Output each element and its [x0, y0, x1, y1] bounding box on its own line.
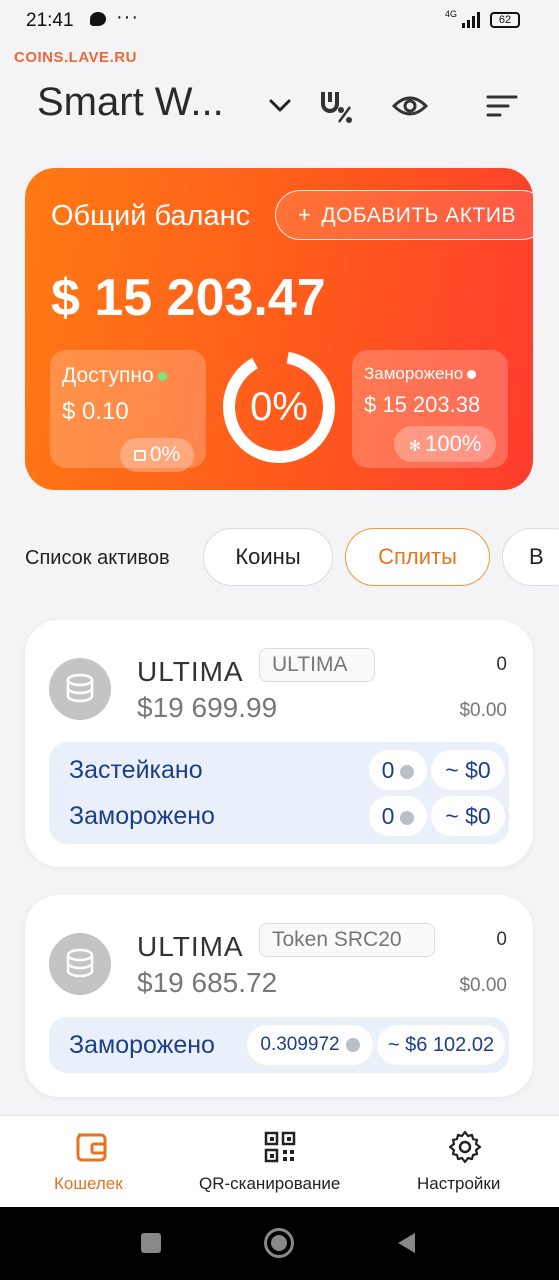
stat-box: Застейкано 0 ~ $0 Заморожено 0 ~ $0: [49, 742, 509, 844]
chip-coins[interactable]: Коины: [203, 528, 333, 586]
stat-box: Заморожено 0.309972 ~ $6 102.02: [49, 1017, 509, 1073]
frozen-row-label: Заморожено: [69, 802, 215, 830]
available-box: Доступно $ 0.10 0%: [50, 350, 206, 472]
ring-percent: 0%: [250, 385, 308, 429]
coin-name: ULTIMA: [137, 931, 244, 957]
balance-card: Общий баланс + ДОБАВИТЬ АКТИВ $ 15 203.47…: [25, 168, 533, 490]
network-type: 4G: [445, 9, 458, 19]
eye-icon[interactable]: [390, 86, 430, 126]
wallet-icon: [76, 1133, 107, 1162]
add-asset-button[interactable]: + ДОБАВИТЬ АКТИВ: [275, 190, 533, 240]
available-percent-pill: 0%: [120, 438, 194, 472]
more-notifications-icon: ···: [116, 6, 139, 28]
tab-qr-label: QR-сканирование: [199, 1174, 341, 1193]
battery-icon: 62: [490, 12, 520, 28]
frozen-usd: ~ $0: [431, 796, 505, 836]
balance-title: Общий баланс: [51, 200, 251, 232]
qr-icon: [264, 1131, 296, 1163]
coin-stack-icon: [49, 933, 111, 995]
coin-price: $19 685.72: [137, 967, 278, 998]
watermark-text: COINS.LAVE.RU: [14, 49, 137, 66]
percent-u-icon[interactable]: [315, 86, 355, 126]
chevron-down-icon[interactable]: [260, 86, 300, 126]
chip-more[interactable]: В: [502, 528, 559, 586]
frozen-percent-pill: ✻ 100%: [394, 426, 496, 462]
coin-mini-icon: [400, 764, 415, 779]
signal-icon: [462, 12, 482, 28]
plus-icon: +: [298, 202, 312, 227]
chip-splits[interactable]: Сплиты: [345, 528, 490, 586]
frozen-qty-pill: 0.309972: [247, 1025, 373, 1065]
coin-amount: 0: [496, 654, 507, 675]
status-bar: 21:41 ··· 4G 62: [0, 0, 559, 42]
coin-amount: 0: [496, 929, 507, 950]
coin-tag: ULTIMA: [259, 648, 375, 682]
coin-mini-icon: [345, 1037, 360, 1052]
frozen-value: $ 15 203.38: [364, 392, 481, 417]
tab-settings[interactable]: Настройки: [410, 1116, 520, 1208]
coin-name: ULTIMA: [137, 656, 244, 682]
asset-list-label: Список активов: [25, 547, 170, 569]
coin-amount-usd: $0.00: [459, 975, 507, 996]
back-triangle-icon[interactable]: [395, 1231, 417, 1255]
add-asset-label: ДОБАВИТЬ АКТИВ: [321, 204, 516, 227]
available-value: $ 0.10: [62, 398, 129, 425]
total-balance: $ 15 203.47: [51, 269, 326, 327]
frozen-label: Заморожено: [364, 364, 477, 384]
available-label: Доступно: [62, 364, 167, 388]
chat-notification-icon: [90, 12, 106, 26]
coin-stack-icon: [49, 658, 111, 720]
tab-wallet-label: Кошелек: [54, 1174, 123, 1193]
home-circle-inner: [271, 1235, 287, 1251]
staked-usd: ~ $0: [431, 750, 505, 790]
asset-card[interactable]: ULTIMA ULTIMA $19 699.99 0 $0.00 Застейк…: [25, 620, 533, 867]
frozen-dot: [467, 370, 477, 380]
system-nav-bar: [0, 1207, 559, 1280]
coin-mini-icon: [400, 810, 415, 825]
square-icon[interactable]: [141, 1233, 161, 1253]
snowflake-icon: ✻: [408, 438, 422, 455]
staked-label: Застейкано: [69, 756, 203, 784]
frozen-box: Заморожено $ 15 203.38 ✻ 100%: [352, 350, 508, 468]
bottom-tab-bar: Кошелек QR-сканирование Настройки: [0, 1115, 559, 1208]
asset-card[interactable]: ULTIMA Token SRC20 $19 685.72 0 $0.00 За…: [25, 895, 533, 1097]
sort-icon[interactable]: [482, 86, 522, 126]
tab-settings-label: Настройки: [417, 1174, 501, 1193]
staked-qty-pill: 0: [369, 750, 427, 790]
frozen-row-label: Заморожено: [69, 1031, 215, 1059]
wallet-title[interactable]: Smart W...: [37, 80, 224, 125]
tab-qr[interactable]: QR-сканирование: [190, 1116, 370, 1208]
coin-tag: Token SRC20: [259, 923, 435, 957]
frozen-qty-pill: 0: [369, 796, 427, 836]
battery-level: 62: [498, 14, 512, 26]
coin-amount-usd: $0.00: [459, 700, 507, 721]
tab-wallet[interactable]: Кошелек: [30, 1116, 155, 1208]
available-percent: 0%: [149, 443, 181, 466]
frozen-percent: 100%: [425, 431, 482, 456]
wallet-small-icon: [133, 449, 146, 461]
status-time: 21:41: [26, 10, 74, 31]
gear-icon: [448, 1130, 482, 1164]
coin-price: $19 699.99: [137, 692, 278, 723]
frozen-usd: ~ $6 102.02: [377, 1025, 505, 1065]
available-dot: [157, 371, 167, 381]
